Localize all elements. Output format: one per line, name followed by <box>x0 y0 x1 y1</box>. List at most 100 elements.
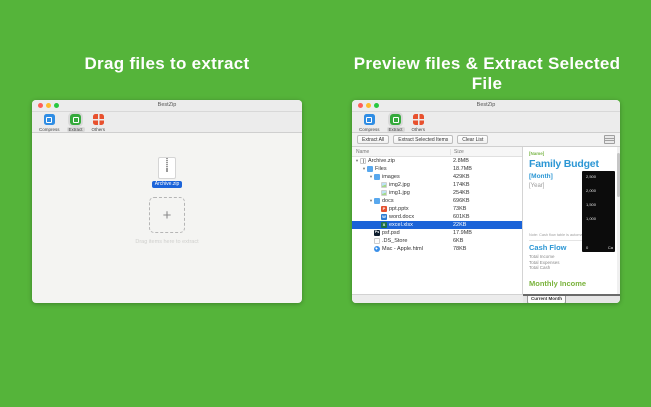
status-strip <box>352 294 523 303</box>
table-row[interactable]: .DS_Store 6KB <box>352 237 522 245</box>
row-lead: ▾ Files <box>352 166 450 172</box>
folder-icon <box>374 174 380 180</box>
file-name: Archive.zip <box>368 158 395 164</box>
drop-target-box[interactable]: + <box>149 197 185 233</box>
sheet-tab-bar: Current Month <box>523 294 620 303</box>
budget-chart: 2,500 2,000 1,500 1,000 0 Ca <box>582 171 615 252</box>
row-lead: .DS_Store <box>352 238 450 244</box>
table-row[interactable]: ▾ docs 696KB <box>352 197 522 205</box>
row-lead: img2.jpg <box>352 182 450 188</box>
toolbar-item-compress[interactable]: Compress <box>359 114 380 132</box>
chart-tick-label: 1,000 <box>586 216 597 221</box>
traffic-lights <box>358 103 379 108</box>
file-size: 2.8MB <box>453 158 469 164</box>
row-lead: ▾ Archive.zip <box>352 158 450 164</box>
toolbar-item-label: Compress <box>39 127 60 132</box>
minimize-button[interactable] <box>46 103 51 108</box>
close-button[interactable] <box>358 103 363 108</box>
zip-file-icon[interactable] <box>158 157 176 179</box>
compress-icon <box>43 114 55 125</box>
extract-all-button[interactable]: Extract All <box>357 135 390 144</box>
titlebar: BestZip <box>32 100 302 112</box>
main-toolbar: Compress Extract Others <box>352 112 620 133</box>
chart-zero-label: 0 <box>586 245 589 250</box>
file-size: 429KB <box>453 174 470 180</box>
toolbar-item-compress[interactable]: Compress <box>39 114 60 132</box>
drop-area[interactable]: Archive.zip + Drag items here to extract <box>32 133 302 303</box>
row-lead: ▾ docs <box>352 198 450 204</box>
toolbar-item-label: Compress <box>359 127 380 132</box>
left-heading: Drag files to extract <box>84 54 250 73</box>
action-bar: Extract All Extract Selected Items Clear L… <box>352 133 620 147</box>
image-icon <box>381 190 387 196</box>
window-title: BestZip <box>157 102 177 108</box>
file-table: Name Size ▾ Archive.zip 2.8MB ▾ Files 18.7MB ▾… <box>352 147 523 294</box>
folder-icon <box>367 166 373 172</box>
traffic-lights <box>38 103 59 108</box>
table-rows: ▾ Archive.zip 2.8MB ▾ Files 18.7MB ▾ images 429K… <box>352 157 522 253</box>
toolbar-item-extract[interactable]: Extract <box>66 114 85 132</box>
chart-ticks: 2,500 2,000 1,500 1,000 <box>586 175 613 221</box>
archive-file-label[interactable]: Archive.zip <box>151 181 183 188</box>
file-name: docs <box>382 198 394 204</box>
extract-selected-button[interactable]: Extract Selected Items <box>393 135 454 144</box>
view-toggle-icon[interactable] <box>604 135 615 144</box>
file-size: 18.7MB <box>453 166 472 172</box>
minimize-button[interactable] <box>366 103 371 108</box>
file-name: Files <box>375 166 387 172</box>
folder-icon <box>374 198 380 204</box>
zoom-button[interactable] <box>374 103 379 108</box>
table-row[interactable]: ▾ images 429KB <box>352 173 522 181</box>
file-size: 17.9MB <box>453 230 472 236</box>
file-icon <box>374 238 380 244</box>
table-row[interactable]: Wword.docx 601KB <box>352 213 522 221</box>
column-header-name[interactable]: Name <box>352 149 450 155</box>
others-icon <box>92 114 104 125</box>
table-row[interactable]: ▾ Files 18.7MB <box>352 165 522 173</box>
image-icon <box>381 182 387 188</box>
row-lead: Mac - Apple.html <box>352 246 450 252</box>
row-lead: Xexcel.xlsx <box>352 222 450 228</box>
file-name: word.docx <box>389 214 415 220</box>
table-row[interactable]: img2.jpg 174KB <box>352 181 522 189</box>
cash-flow-items: Total Income Total Expenses Total Cash <box>529 254 614 271</box>
ppt-icon: P <box>381 206 387 212</box>
toolbar-item-others[interactable]: Others <box>92 114 105 132</box>
row-lead: Pppt.pptx <box>352 206 450 212</box>
table-row[interactable]: ▾ Archive.zip 2.8MB <box>352 157 522 165</box>
titlebar: BestZip <box>352 100 620 112</box>
chart-corner-label: Ca <box>607 245 613 250</box>
chart-tick-label: 1,500 <box>586 202 597 207</box>
row-lead: img1.jpg <box>352 190 450 196</box>
toolbar-item-label: Others <box>411 127 426 132</box>
toolbar-item-extract[interactable]: Extract <box>386 114 405 132</box>
bottom-strip: Current Month <box>352 294 620 303</box>
sheet-tab-current-month[interactable]: Current Month <box>527 296 566 303</box>
psd-icon: Ps <box>374 230 380 236</box>
table-row[interactable]: Xexcel.xlsx 22KB <box>352 221 522 229</box>
file-name: images <box>382 174 400 180</box>
zoom-button[interactable] <box>54 103 59 108</box>
file-size: 254KB <box>453 190 470 196</box>
others-icon <box>412 114 424 125</box>
drop-hint-text: Drag items here to extract <box>135 239 199 245</box>
row-lead: Ps psf.psd <box>352 230 450 236</box>
chart-tick-label: 2,000 <box>586 188 597 193</box>
clear-list-button[interactable]: Clear List <box>457 135 489 144</box>
preview-name-placeholder: [Name] <box>529 151 545 156</box>
file-name: psf.psd <box>382 230 400 236</box>
scrollbar-thumb[interactable] <box>617 153 620 197</box>
toolbar-item-others[interactable]: Others <box>411 114 426 132</box>
table-row[interactable]: img1.jpg 254KB <box>352 189 522 197</box>
table-row[interactable]: Pppt.pptx 73KB <box>352 205 522 213</box>
column-header-size[interactable]: Size <box>450 148 522 155</box>
html-icon <box>374 246 380 252</box>
table-row[interactable]: Ps psf.psd 17.9MB <box>352 229 522 237</box>
file-name: .DS_Store <box>382 238 408 244</box>
file-name: img1.jpg <box>389 190 410 196</box>
close-button[interactable] <box>38 103 43 108</box>
file-size: 696KB <box>453 198 470 204</box>
excel-icon: X <box>381 222 387 228</box>
preview-scrollbar[interactable] <box>617 147 620 294</box>
table-row[interactable]: Mac - Apple.html 78KB <box>352 245 522 253</box>
